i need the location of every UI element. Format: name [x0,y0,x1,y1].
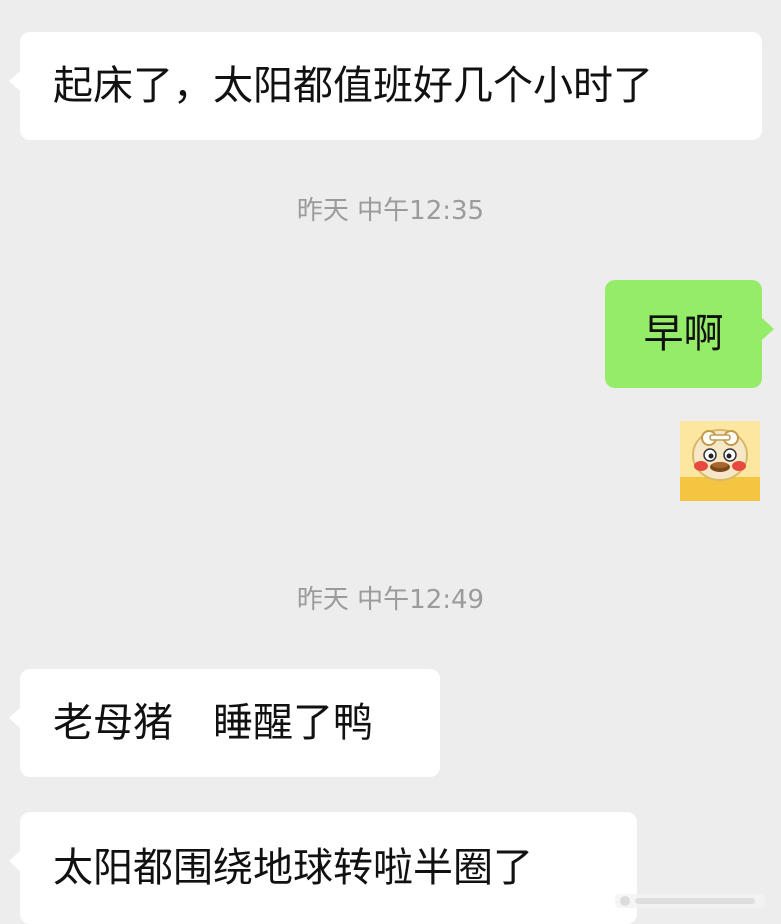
message-text: 老母猪 睡醒了鸭 [53,700,373,746]
duck-emoji-sticker-icon[interactable] [680,421,760,501]
message-timestamp: 昨天 中午12:35 [296,196,485,226]
message-timestamp: 昨天 中午12:49 [296,585,485,615]
message-text: 起床了，太阳都值班好几个小时了 [53,63,653,109]
incoming-message-bubble[interactable]: 太阳都围绕地球转啦半圈了 [9,812,637,924]
duck-sticker-image [680,421,760,501]
outgoing-message-bubble[interactable]: 早啊 [605,280,774,388]
incoming-message-bubble[interactable]: 老母猪 睡醒了鸭 [9,669,440,777]
incoming-message-bubble[interactable]: 起床了，太阳都值班好几个小时了 [9,32,762,140]
watermark-icon [615,894,765,908]
message-text: 太阳都围绕地球转啦半圈了 [53,845,533,891]
message-text: 早啊 [643,311,724,357]
chat-area[interactable]: 起床了，太阳都值班好几个小时了 昨天 中午12:35 早啊 昨天 中午12:49… [0,0,781,924]
